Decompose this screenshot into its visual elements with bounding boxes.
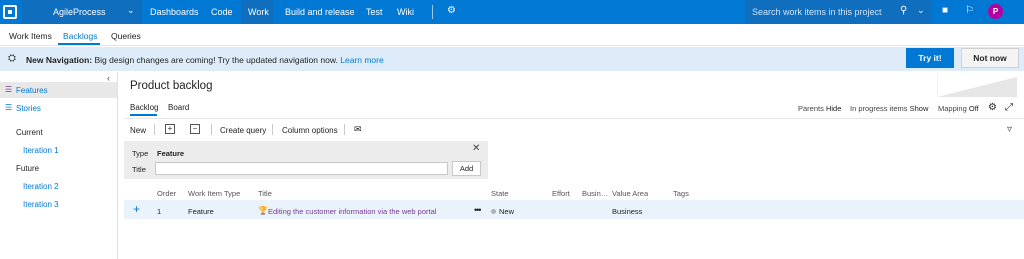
header-divider: [124, 118, 1024, 119]
velocity-chart-area: [937, 77, 1017, 97]
title-input[interactable]: [155, 162, 448, 175]
close-icon[interactable]: ✕: [472, 143, 480, 154]
sub-navigation: Work Items Backlogs Queries: [0, 24, 1024, 46]
column-header-title[interactable]: Title: [258, 189, 272, 198]
new-button[interactable]: New: [130, 126, 146, 135]
in-progress-toggle[interactable]: In progress items Show: [850, 104, 928, 113]
expand-all-icon[interactable]: +: [165, 124, 175, 134]
sidebar-item-iteration-3[interactable]: Iteration 3: [23, 200, 59, 209]
chevron-down-icon: ⌄: [127, 5, 135, 15]
toolbar-divider: [344, 124, 345, 135]
marketplace-icon[interactable]: ■: [942, 5, 948, 16]
features-icon: ☰: [5, 85, 13, 94]
search-box[interactable]: Search work items in this project ⚲ ⌄: [745, 0, 932, 24]
notifications-icon[interactable]: ⚐: [965, 5, 974, 16]
active-tab-indicator: [58, 43, 100, 45]
search-placeholder: Search work items in this project: [752, 7, 882, 17]
column-options-button[interactable]: Column options: [282, 126, 338, 135]
new-navigation-banner: ⛭ New Navigation: Big design changes are…: [0, 47, 1024, 71]
nav-divider: [432, 5, 433, 19]
create-query-button[interactable]: Create query: [220, 126, 266, 135]
tab-queries[interactable]: Queries: [111, 31, 141, 41]
avatar[interactable]: P: [988, 4, 1003, 19]
toolbar-divider: [272, 124, 273, 135]
parents-label: Parents: [798, 104, 824, 113]
work-item-title-link[interactable]: Editing the customer information via the…: [268, 207, 436, 216]
azure-devops-logo-icon[interactable]: [3, 5, 17, 19]
future-heading: Future: [16, 164, 40, 173]
cell-order: 1: [157, 207, 162, 216]
add-work-item-panel: Type Feature ✕ Title Add: [124, 141, 488, 179]
cell-value-area: Business: [612, 207, 643, 216]
column-header-state[interactable]: State: [491, 189, 509, 198]
stories-icon: ☰: [5, 103, 13, 112]
filter-icon[interactable]: ▿: [1007, 124, 1012, 135]
cell-work-item-type: Feature: [188, 207, 214, 216]
backlog-sidebar: ‹ ☰ Features ☰ Stories Current Iteration…: [0, 72, 118, 259]
in-progress-label: In progress items: [850, 104, 908, 113]
top-navigation-bar: AgileProcess ⌄ Dashboards Code Work Buil…: [0, 0, 1024, 24]
more-actions-icon[interactable]: •••: [474, 205, 482, 215]
column-header-effort[interactable]: Effort: [552, 189, 570, 198]
tab-backlogs[interactable]: Backlogs: [63, 31, 98, 41]
mapping-toggle[interactable]: Mapping Off: [938, 104, 979, 113]
learn-more-link[interactable]: Learn more: [340, 55, 383, 65]
project-selector[interactable]: AgileProcess ⌄: [22, 0, 142, 24]
cell-state: New: [499, 207, 515, 216]
type-value: Feature: [157, 149, 185, 158]
toolbar-divider: [154, 124, 155, 135]
current-heading: Current: [16, 128, 43, 137]
not-now-button[interactable]: Not now: [961, 48, 1019, 68]
column-header-work-item-type[interactable]: Work Item Type: [188, 189, 240, 198]
banner-message: Big design changes are coming! Try the u…: [94, 55, 338, 65]
preview-icon: ⛭: [8, 53, 16, 64]
velocity-mini-chart[interactable]: [937, 73, 1017, 97]
feature-trophy-icon: 🏆: [258, 206, 268, 215]
active-pivot-indicator: [130, 114, 157, 116]
sidebar-item-features[interactable]: ☰ Features: [0, 82, 117, 98]
title-label: Title: [132, 165, 146, 174]
try-it-button[interactable]: Try it!: [906, 48, 954, 68]
type-label: Type: [132, 149, 149, 158]
nav-code[interactable]: Code: [211, 7, 233, 17]
search-chevron-icon[interactable]: ⌄: [917, 5, 925, 16]
settings-gear-icon[interactable]: ⚙: [988, 102, 997, 113]
in-progress-value: Show: [909, 104, 929, 113]
nav-wiki[interactable]: Wiki: [397, 7, 414, 17]
nav-work[interactable]: Work: [248, 7, 269, 17]
gear-icon[interactable]: ⚙: [447, 5, 456, 16]
nav-dashboards[interactable]: Dashboards: [150, 7, 199, 17]
column-header-business-value[interactable]: Busin…: [582, 189, 608, 198]
column-header-order[interactable]: Order: [157, 189, 176, 198]
state-dot-icon: [491, 209, 496, 214]
sidebar-item-stories[interactable]: ☰ Stories: [0, 100, 117, 116]
toolbar-divider: [211, 124, 212, 135]
nav-test[interactable]: Test: [366, 7, 383, 17]
tab-work-items[interactable]: Work Items: [9, 31, 52, 41]
sidebar-item-iteration-2[interactable]: Iteration 2: [23, 182, 59, 191]
banner-text: New Navigation: Big design changes are c…: [26, 55, 384, 65]
parents-value: Hide: [825, 104, 842, 113]
mapping-value: Off: [968, 104, 979, 113]
mapping-label: Mapping: [938, 104, 967, 113]
banner-title: New Navigation:: [26, 55, 93, 65]
tab-board[interactable]: Board: [168, 103, 189, 112]
nav-build-and-release[interactable]: Build and release: [285, 7, 355, 17]
sidebar-item-iteration-1[interactable]: Iteration 1: [23, 146, 59, 155]
add-button[interactable]: Add: [452, 161, 481, 176]
expand-fullscreen-icon[interactable]: ⤢: [1005, 102, 1013, 113]
search-icon[interactable]: ⚲: [900, 5, 907, 16]
tab-backlog[interactable]: Backlog: [130, 103, 158, 112]
add-child-plus-icon[interactable]: +: [133, 202, 140, 216]
sidebar-item-label: Stories: [16, 104, 41, 113]
collapse-all-icon[interactable]: −: [190, 124, 200, 134]
column-header-tags[interactable]: Tags: [673, 189, 689, 198]
email-icon[interactable]: ✉: [354, 124, 362, 135]
parents-toggle[interactable]: Parents Hide: [798, 104, 841, 113]
sidebar-item-label: Features: [16, 86, 48, 95]
page-title: Product backlog: [130, 80, 213, 92]
project-name: AgileProcess: [53, 7, 106, 17]
column-header-value-area[interactable]: Value Area: [612, 189, 648, 198]
